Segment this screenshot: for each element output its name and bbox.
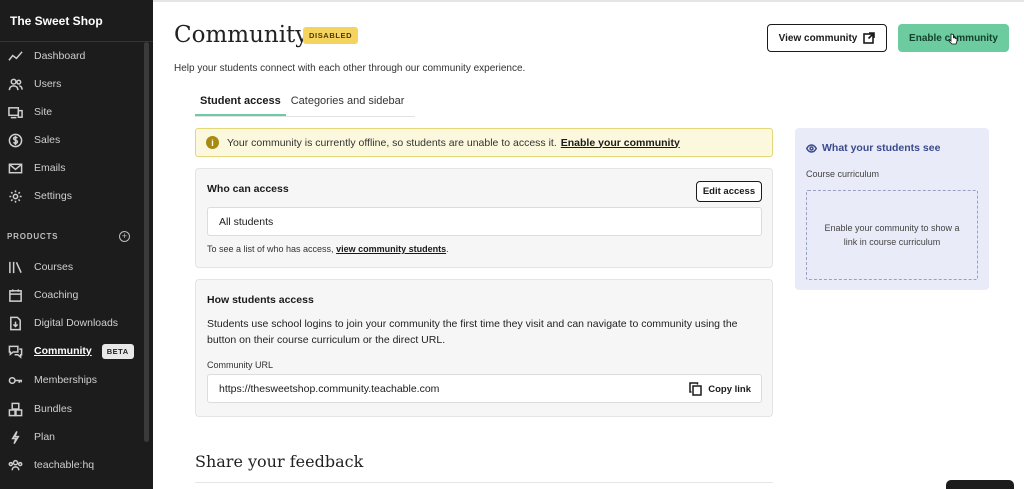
sidebar-item-plan[interactable]: Plan <box>0 424 142 450</box>
page-subtitle: Help your students connect with each oth… <box>174 63 526 74</box>
card-description: Students use school logins to join your … <box>207 318 738 346</box>
add-product-icon[interactable]: + <box>119 231 130 242</box>
who-can-access-card: Who can access Edit access All students … <box>195 168 773 268</box>
sidebar-scrollbar[interactable] <box>144 42 149 442</box>
tab-student-access[interactable]: Student access <box>195 95 286 117</box>
sidebar-item-sales[interactable]: Sales <box>0 127 142 153</box>
preview-subtitle: Course curriculum <box>806 169 880 179</box>
info-icon: i <box>206 136 219 149</box>
offline-alert: i Your community is currently offline, s… <box>195 128 773 157</box>
sidebar-item-label: Courses <box>34 261 74 273</box>
sidebar-item-settings[interactable]: Settings <box>0 183 142 209</box>
school-name[interactable]: The Sweet Shop <box>0 0 153 42</box>
feedback-section-title: Share your feedback <box>195 452 364 471</box>
card-title: Who can access <box>207 183 289 195</box>
sidebar-item-courses[interactable]: Courses <box>0 254 142 280</box>
sidebar-item-label: Community <box>34 345 92 357</box>
alert-text: Your community is currently offline, so … <box>227 136 557 149</box>
sidebar-item-users[interactable]: Users <box>0 71 142 97</box>
bolt-icon <box>7 429 23 445</box>
community-url-label: Community URL <box>207 360 274 370</box>
sidebar-item-label: teachable:hq <box>34 459 95 471</box>
external-link-icon <box>863 32 876 44</box>
sidebar-item-label: Bundles <box>34 403 72 415</box>
monitor-icon <box>7 104 23 120</box>
main-content: Community DISABLED Help your students co… <box>153 0 1024 489</box>
mail-icon <box>7 160 23 176</box>
preview-placeholder: Enable your community to show a link in … <box>806 190 978 280</box>
view-community-label: View community <box>778 32 858 44</box>
status-badge: DISABLED <box>303 27 359 44</box>
group-icon <box>7 457 23 473</box>
how-students-access-card: How students access Students use school … <box>195 279 773 417</box>
sidebar-item-label: Settings <box>34 190 72 202</box>
community-url-field: https://thesweetshop.community.teachable… <box>207 374 762 403</box>
preview-title: What your students see <box>806 142 940 154</box>
key-icon <box>7 372 23 388</box>
copy-link-label: Copy link <box>708 383 751 395</box>
chart-line-icon <box>7 48 23 64</box>
card-title: How students access <box>207 294 314 306</box>
access-value-field: All students <box>207 207 762 236</box>
sidebar-item-memberships[interactable]: Memberships <box>0 367 142 393</box>
sidebar-item-dashboard[interactable]: Dashboard <box>0 43 142 69</box>
sidebar-item-emails[interactable]: Emails <box>0 155 142 181</box>
sidebar-item-label: Emails <box>34 162 66 174</box>
access-note-text: To see a list of who has access, <box>207 244 334 254</box>
sidebar-item-label: Digital Downloads <box>34 317 119 329</box>
copy-icon <box>689 382 702 396</box>
calendar-icon <box>7 287 23 303</box>
page-title: Community <box>174 22 309 48</box>
eye-icon <box>806 143 817 153</box>
download-icon <box>7 315 23 331</box>
sidebar-item-label: Coaching <box>34 289 79 301</box>
dollar-icon <box>7 132 23 148</box>
sidebar-item-label: Dashboard <box>34 50 86 62</box>
copy-link-button[interactable]: Copy link <box>689 382 751 396</box>
sidebar-item-teachable-hq[interactable]: teachable:hq <box>0 452 142 478</box>
sidebar-item-site[interactable]: Site <box>0 99 142 125</box>
tab-bar: Student access Categories and sidebar <box>195 95 409 117</box>
sidebar-item-label: Plan <box>34 431 56 443</box>
gear-icon <box>7 188 23 204</box>
sidebar-item-community[interactable]: Community BETA <box>0 338 142 364</box>
users-icon <box>7 76 23 92</box>
sidebar-item-label: Memberships <box>34 374 98 386</box>
tab-divider <box>195 116 415 117</box>
access-note-suffix: . <box>446 244 449 254</box>
tab-categories-and-sidebar[interactable]: Categories and sidebar <box>286 95 410 117</box>
top-divider <box>153 0 1024 2</box>
chat-icon <box>7 343 23 359</box>
preview-title-text: What your students see <box>822 142 941 154</box>
sidebar-item-digital-downloads[interactable]: Digital Downloads <box>0 310 142 336</box>
view-community-students-link[interactable]: view community students <box>336 244 446 254</box>
sidebar-item-label: Sales <box>34 134 61 146</box>
access-note: To see a list of who has access, view co… <box>207 244 449 254</box>
bundle-icon <box>7 401 23 417</box>
student-preview-panel: What your students see Course curriculum… <box>795 128 989 290</box>
sidebar-item-coaching[interactable]: Coaching <box>0 282 142 308</box>
sidebar-item-label: Site <box>34 106 53 118</box>
beta-badge: BETA <box>101 343 134 359</box>
products-section-label: PRODUCTS <box>7 232 59 241</box>
sidebar: The Sweet Shop Dashboard Users Site Sale… <box>0 0 153 489</box>
sidebar-item-label: Users <box>34 78 62 90</box>
library-icon <box>7 259 23 275</box>
community-url-value: https://thesweetshop.community.teachable… <box>219 382 440 395</box>
enable-community-link[interactable]: Enable your community <box>561 137 680 149</box>
sidebar-item-bundles[interactable]: Bundles <box>0 396 142 422</box>
mouse-cursor-icon <box>948 33 958 45</box>
help-widget[interactable] <box>946 480 1014 489</box>
feedback-card-edge <box>195 482 773 483</box>
view-community-button[interactable]: View community <box>767 24 887 52</box>
edit-access-button[interactable]: Edit access <box>696 181 762 202</box>
